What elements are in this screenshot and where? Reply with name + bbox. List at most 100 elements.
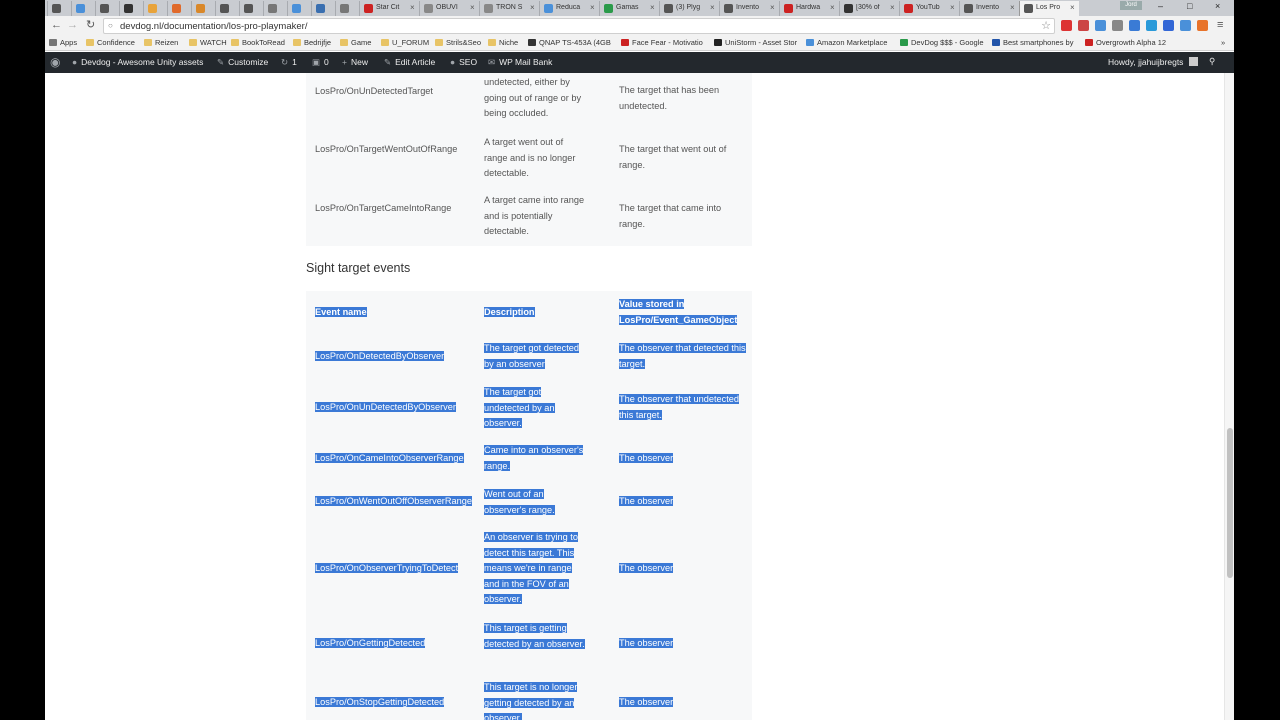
bookmark-item[interactable]: DevDog $$$ - Google xyxy=(900,38,984,47)
bookmark-label: Game xyxy=(351,38,372,47)
browser-tab[interactable] xyxy=(239,1,259,16)
admin-site-link[interactable]: ● Devdog - Awesome Unity assets xyxy=(72,57,203,67)
extension-icon[interactable] xyxy=(1129,20,1140,31)
bookmark-folder[interactable]: Bedrijfje xyxy=(293,38,331,47)
extension-icon[interactable] xyxy=(1197,20,1208,31)
wp-mail-bank-link[interactable]: ✉ WP Mail Bank xyxy=(488,57,552,68)
browser-tab[interactable] xyxy=(311,1,331,16)
wp-admin-bar: ◉ ● Devdog - Awesome Unity assets ✎ Custom… xyxy=(45,52,1234,73)
event-description-cell: Went out of an observer's range. xyxy=(484,487,588,518)
browser-tab[interactable]: Hardwa × xyxy=(779,1,839,16)
search-icon[interactable]: ⚲ xyxy=(1209,56,1215,67)
bookmark-folder[interactable]: Reizen xyxy=(144,38,178,47)
browser-tab[interactable] xyxy=(335,1,355,16)
comments-link[interactable]: ▣ 0 xyxy=(312,57,329,68)
extension-icon[interactable] xyxy=(1163,20,1174,31)
extension-icon[interactable] xyxy=(1180,20,1191,31)
bookmark-item[interactable]: QNAP TS-453A (4GB xyxy=(528,38,611,47)
extension-icon[interactable] xyxy=(1112,20,1123,31)
seo-link[interactable]: ● SEO xyxy=(450,57,477,67)
browser-tab[interactable]: YouTub × xyxy=(899,1,959,16)
browser-tab[interactable]: TRON S × xyxy=(479,1,539,16)
address-bar[interactable]: ○ devdog.nl/documentation/los-pro-playma… xyxy=(103,18,1055,34)
bookmark-item[interactable]: Face Fear - Motivatio xyxy=(621,38,703,47)
browser-tab[interactable]: Gamas × xyxy=(599,1,659,16)
user-badge[interactable]: Jord xyxy=(1120,1,1142,10)
tab-close-icon[interactable]: × xyxy=(710,3,715,12)
bookmark-item[interactable]: Apps xyxy=(49,38,77,47)
tab-close-icon[interactable]: × xyxy=(1010,3,1015,12)
customize-link[interactable]: ✎ Customize xyxy=(217,57,268,68)
browser-tab[interactable] xyxy=(119,1,139,16)
extension-icon[interactable] xyxy=(1078,20,1089,31)
bookmark-folder[interactable]: Confidence xyxy=(86,38,135,47)
extension-icon[interactable] xyxy=(1095,20,1106,31)
tab-close-icon[interactable]: × xyxy=(830,3,835,12)
bookmark-folder[interactable]: Game xyxy=(340,38,371,47)
tab-close-icon[interactable]: × xyxy=(470,3,475,12)
browser-tab[interactable] xyxy=(95,1,115,16)
bookmark-label: U_FORUM xyxy=(392,38,430,47)
browser-tab[interactable]: Invento × xyxy=(959,1,1019,16)
page-scrollbar[interactable] xyxy=(1224,73,1234,720)
tab-close-icon[interactable]: × xyxy=(1070,3,1075,12)
browser-tab[interactable]: Los Pro × xyxy=(1019,1,1079,16)
extension-icon[interactable] xyxy=(1061,20,1072,31)
browser-tab[interactable]: OBUVI × xyxy=(419,1,479,16)
browser-tab[interactable] xyxy=(47,1,67,16)
tab-favicon-icon xyxy=(292,4,301,13)
bookmark-star-icon[interactable]: ☆ xyxy=(1041,19,1051,32)
page-info-icon[interactable]: ○ xyxy=(108,21,113,30)
browser-tab[interactable] xyxy=(71,1,91,16)
bookmark-folder[interactable]: WATCH xyxy=(189,38,227,47)
bookmark-item[interactable]: Best smartphones by xyxy=(992,38,1073,47)
tab-favicon-icon xyxy=(364,4,373,13)
tab-close-icon[interactable]: × xyxy=(890,3,895,12)
extension-icon[interactable] xyxy=(1146,20,1157,31)
bookmark-item[interactable]: UniStorm - Asset Stor xyxy=(714,38,797,47)
browser-tab[interactable] xyxy=(167,1,187,16)
browser-tab[interactable]: (3) Plyg × xyxy=(659,1,719,16)
tab-close-icon[interactable]: × xyxy=(950,3,955,12)
menu-icon[interactable]: ≡ xyxy=(1217,19,1223,31)
selected-text: LosPro/OnStopGettingDetected xyxy=(315,697,445,707)
tab-label: Invento xyxy=(976,4,999,11)
tab-close-icon[interactable]: × xyxy=(770,3,775,12)
scrollbar-thumb[interactable] xyxy=(1227,428,1233,578)
tab-close-icon[interactable]: × xyxy=(410,3,415,12)
tab-close-icon[interactable]: × xyxy=(590,3,595,12)
browser-tab[interactable]: Star Cit × xyxy=(359,1,419,16)
forward-icon[interactable]: → xyxy=(67,19,78,31)
bookmark-folder[interactable]: Strils&Seo xyxy=(435,38,481,47)
browser-tab[interactable] xyxy=(215,1,235,16)
edit-article-link[interactable]: ✎ Edit Article xyxy=(384,57,435,68)
browser-tab[interactable] xyxy=(263,1,283,16)
browser-tab[interactable]: Reduca × xyxy=(539,1,599,16)
window-close-icon[interactable]: × xyxy=(1215,1,1220,11)
new-link[interactable]: + New xyxy=(342,57,368,67)
howdy-account[interactable]: Howdy, jjahuijbregts xyxy=(1108,57,1198,67)
bookmark-item[interactable]: Overgrowth Alpha 12 xyxy=(1085,38,1166,47)
browser-tab[interactable]: Invento × xyxy=(719,1,779,16)
tab-close-icon[interactable]: × xyxy=(650,3,655,12)
reload-icon[interactable]: ↻ xyxy=(86,19,95,31)
folder-icon xyxy=(340,39,348,46)
back-icon[interactable]: ← xyxy=(51,19,62,31)
browser-tab[interactable] xyxy=(191,1,211,16)
bookmark-folder[interactable]: U_FORUM xyxy=(381,38,429,47)
url-text[interactable]: devdog.nl/documentation/los-pro-playmake… xyxy=(120,21,307,32)
updates-link[interactable]: ↻ 1 xyxy=(281,57,297,68)
browser-tab[interactable] xyxy=(287,1,307,16)
browser-tab[interactable] xyxy=(143,1,163,16)
page-content: g LosPro/OnUnDetectedTargetundetected, e… xyxy=(45,73,1224,720)
restore-icon[interactable]: □ xyxy=(1187,1,1192,11)
browser-tab[interactable]: [30% of × xyxy=(839,1,899,16)
wordpress-logo-icon[interactable]: ◉ xyxy=(50,55,60,69)
bookmark-item[interactable]: Amazon Marketplace xyxy=(806,38,887,47)
minimize-icon[interactable]: – xyxy=(1158,1,1163,11)
bookmark-folder[interactable]: BookToRead xyxy=(231,38,285,47)
bookmark-folder[interactable]: Niche xyxy=(488,38,518,47)
more-bookmarks-icon[interactable]: » xyxy=(1221,38,1225,47)
event-name-cell: LosPro/OnUnDetectedByObserver xyxy=(315,400,490,416)
tab-close-icon[interactable]: × xyxy=(530,3,535,12)
